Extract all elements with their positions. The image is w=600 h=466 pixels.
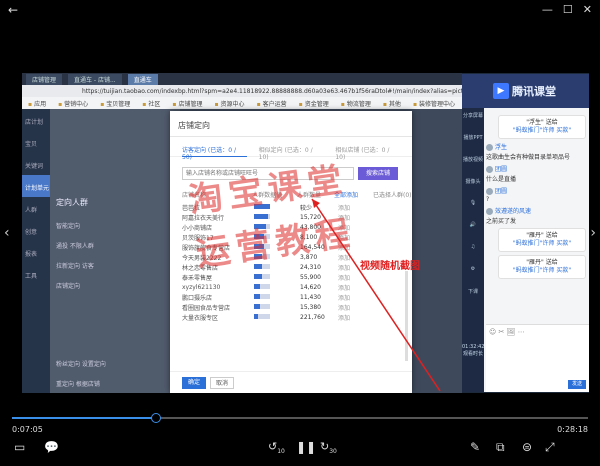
video-player: ← — ☐ ✕ ‹ › 店铺管理 直通车 - 店铺... 直通车 https:/… bbox=[0, 0, 600, 466]
chat-username: 团圆 bbox=[486, 186, 586, 195]
brand-logo: 腾讯课堂 bbox=[512, 85, 556, 98]
chat-message-text: 之前买了发 bbox=[486, 218, 517, 225]
forward-30-icon[interactable]: ↻30 bbox=[320, 440, 337, 455]
chat-message-text: 这歌曲生会有种做目录单项品号 bbox=[486, 154, 571, 161]
tool-icon[interactable]: ⚙ bbox=[462, 262, 484, 284]
share-screen-button[interactable]: 分享屏幕 bbox=[462, 108, 484, 130]
progress-handle[interactable] bbox=[151, 413, 161, 423]
fullscreen-icon[interactable]: ⤢ bbox=[545, 440, 555, 455]
mic-icon[interactable]: 🎙 bbox=[462, 196, 484, 218]
class-timer: 01:32:42 观看时长 bbox=[462, 344, 484, 358]
rewind-10-icon[interactable]: ↺10 bbox=[268, 440, 285, 455]
gift-highlight: "蚂蚁推门"许师 买款" bbox=[512, 267, 572, 274]
current-time: 0:07:05 bbox=[12, 425, 43, 434]
send-button[interactable]: 发送 bbox=[568, 380, 586, 389]
annotation-label: 视频随机截图 bbox=[360, 261, 420, 272]
back-icon[interactable]: ← bbox=[8, 3, 18, 17]
chat-username: 浮生 bbox=[486, 142, 586, 151]
end-class-button[interactable]: 下课 bbox=[462, 284, 484, 306]
gift-text: "浮生" 送给 bbox=[526, 119, 558, 126]
gift-message: "雁丹" 送给 "蚂蚁推门"许师 买款" bbox=[498, 255, 586, 279]
avatar bbox=[486, 144, 493, 151]
chat-message-text: ? bbox=[486, 196, 490, 203]
timer-note: 观看时长 bbox=[462, 351, 483, 357]
play-logo-icon: ▶ bbox=[493, 83, 509, 99]
chat-messages: "浮生" 送给 "蚂蚁推门"许师 买款" 浮生 这歌曲生会有种做目录单项品号 团圆 什么是… bbox=[486, 112, 586, 282]
chat-username: 团圆 bbox=[486, 164, 586, 173]
progress-bar[interactable] bbox=[12, 413, 588, 423]
username-text: 效遵遂的风速 bbox=[495, 208, 532, 215]
total-time: 0:28:18 bbox=[557, 425, 588, 434]
crop-icon[interactable]: ⧉ bbox=[496, 440, 505, 455]
username-text: 团圆 bbox=[495, 166, 508, 173]
subtitle-icon[interactable]: ▭ bbox=[14, 440, 25, 454]
tool-icon[interactable]: ♫ bbox=[462, 240, 484, 262]
pause-icon[interactable]: ❚❚ bbox=[296, 440, 316, 454]
playback-speed-icon[interactable]: ⊜ bbox=[522, 440, 532, 454]
volume-icon[interactable]: 🔊 bbox=[462, 218, 484, 240]
avatar bbox=[486, 208, 493, 215]
minimize-button[interactable]: — bbox=[542, 3, 553, 16]
chat-header: ▶ 腾讯课堂 bbox=[462, 74, 589, 108]
username-text: 团圆 bbox=[495, 188, 508, 195]
timer-value: 01:32:42 bbox=[462, 344, 485, 350]
gift-highlight: "蚂蚁推门"许师 买款" bbox=[512, 127, 572, 134]
gift-message: "雁丹" 送给 "蚂蚁推门"许师 买款" bbox=[498, 228, 586, 252]
progress-fill bbox=[12, 417, 156, 419]
window-controls: — ☐ ✕ bbox=[534, 0, 600, 18]
captions-icon[interactable]: 💬 bbox=[44, 440, 59, 454]
play-video-button[interactable]: 播放视频 bbox=[462, 152, 484, 174]
next-media-icon[interactable]: › bbox=[590, 225, 596, 241]
close-button[interactable]: ✕ bbox=[583, 3, 592, 16]
gift-text: "雁丹" 送给 bbox=[526, 232, 558, 239]
username-text: 浮生 bbox=[495, 144, 508, 151]
input-toolbar-icons[interactable]: ☺ ✂ 🖼 ⋯ bbox=[486, 325, 589, 339]
chat-message-text: 什么是直播 bbox=[486, 176, 517, 183]
play-ppt-button[interactable]: 播放PPT bbox=[462, 130, 484, 152]
chat-panel: ▶ 腾讯课堂 分享屏幕 播放PPT 播放视频 摄像头 🎙 🔊 ♫ ⚙ 下课 01… bbox=[462, 74, 589, 392]
edit-icon[interactable]: ✎ bbox=[470, 440, 480, 454]
prev-media-icon[interactable]: ‹ bbox=[4, 225, 10, 241]
gift-text: "雁丹" 送给 bbox=[526, 259, 558, 266]
maximize-button[interactable]: ☐ bbox=[563, 3, 573, 16]
chat-input[interactable]: ☺ ✂ 🖼 ⋯ 发送 bbox=[486, 324, 589, 392]
gift-message: "浮生" 送给 "蚂蚁推门"许师 买款" bbox=[498, 115, 586, 139]
camera-button[interactable]: 摄像头 bbox=[462, 174, 484, 196]
avatar bbox=[486, 188, 493, 195]
chat-username: 效遵遂的风速 bbox=[486, 206, 586, 215]
avatar bbox=[486, 166, 493, 173]
gift-highlight: "蚂蚁推门"许师 买款" bbox=[512, 240, 572, 247]
